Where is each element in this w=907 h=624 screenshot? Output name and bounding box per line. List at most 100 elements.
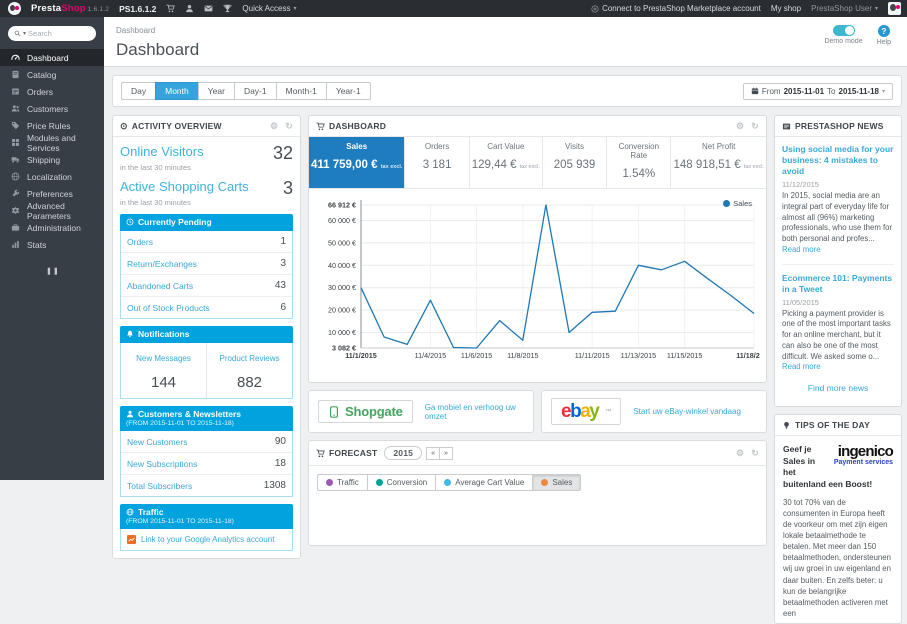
trophy-icon[interactable] [223, 4, 232, 13]
sidebar-item-customers[interactable]: Customers [0, 100, 104, 117]
wrench-icon [11, 189, 20, 198]
activity-target-icon: ⊙ [120, 122, 128, 131]
kpi-sales[interactable]: Sales411 759,00 € tax excl. [309, 137, 404, 188]
help-button[interactable]: ? Help [877, 25, 891, 46]
pending-orders-link[interactable]: Orders [127, 237, 153, 247]
sidebar-item-advanced-parameters[interactable]: Advanced Parameters [0, 202, 104, 219]
online-visitors-link[interactable]: Online Visitors [120, 144, 204, 159]
sidebar-item-preferences[interactable]: Preferences [0, 185, 104, 202]
question-mark-icon[interactable]: ? [878, 25, 890, 37]
shopgate-ad: Shopgate Ga mobiel en verhoog uw omzet [308, 390, 534, 433]
gear-icon [11, 206, 20, 215]
sidebar-item-shipping[interactable]: Shipping [0, 151, 104, 168]
search-scope-caret-icon[interactable]: ▾ [23, 30, 26, 37]
new-subscriptions-row: New Subscriptions18 [121, 452, 292, 474]
pending-returns-row: Return/Exchanges3 [121, 252, 292, 274]
google-analytics-icon [127, 535, 136, 544]
new-messages-link[interactable]: New Messages [136, 354, 191, 363]
period-day-button[interactable]: Day [121, 82, 156, 100]
sidebar-item-stats[interactable]: Stats [0, 236, 104, 253]
active-carts-link[interactable]: Active Shopping Carts [120, 179, 249, 194]
period-day-1-button[interactable]: Day-1 [234, 82, 277, 100]
svg-text:50 000 €: 50 000 € [328, 238, 356, 247]
sidebar-search[interactable]: ▾ [8, 26, 96, 41]
sidebar-item-price-rules[interactable]: Price Rules [0, 117, 104, 134]
period-year-button[interactable]: Year [198, 82, 235, 100]
new-subscriptions-link[interactable]: New Subscriptions [127, 459, 197, 469]
kpi-visits[interactable]: Visits205 939 [542, 137, 606, 188]
search-input[interactable] [28, 29, 80, 38]
out-of-stock-link[interactable]: Out of Stock Products [127, 303, 210, 313]
period-month-button[interactable]: Month [155, 82, 199, 100]
toggle-switch-icon[interactable] [833, 25, 855, 36]
notifications-section: Notifications New Messages144 Product Re… [120, 326, 293, 399]
kpi-orders[interactable]: Orders3 181 [404, 137, 468, 188]
svg-text:10 000 €: 10 000 € [328, 328, 356, 337]
messages-notifications-icon[interactable] [204, 4, 213, 13]
kpi-net-profit[interactable]: Net Profit148 918,51 € tax excl. [670, 137, 766, 188]
activity-panel-title: ACTIVITY OVERVIEW [132, 121, 222, 131]
user-menu[interactable]: PrestaShop User▾ [811, 4, 878, 13]
read-more-link[interactable]: Read more [782, 362, 821, 371]
total-subscribers-link[interactable]: Total Subscribers [127, 481, 192, 491]
date-range-picker[interactable]: From 2015-11-01 To 2015-11-18 ▾ [743, 83, 893, 100]
panel-settings-icon[interactable]: ⚙ [736, 449, 744, 458]
breadcrumb[interactable]: Dashboard [116, 26, 155, 35]
sidebar-item-administration[interactable]: Administration [0, 219, 104, 236]
svg-text:20 000 €: 20 000 € [328, 306, 356, 315]
orders-notifications-cart-icon[interactable] [166, 4, 175, 13]
find-more-news-link[interactable]: Find more news [782, 373, 894, 402]
forecast-conversion-button[interactable]: Conversion [367, 474, 436, 491]
sidebar-item-catalog[interactable]: Catalog [0, 66, 104, 83]
kpi-cart-value[interactable]: Cart Value129,44 € tax excl. [469, 137, 542, 188]
ebay-link[interactable]: Start uw eBay-winkel vandaag [633, 407, 741, 416]
tips-of-the-day-panel: TIPS OF THE DAY ingenico Payment service… [774, 414, 902, 624]
kpi-conversion-rate[interactable]: Conversion Rate1.54% [606, 137, 670, 188]
forecast-panel-title: FORECAST [329, 448, 377, 458]
customers-notifications-icon[interactable] [185, 4, 194, 13]
forecast-traffic-button[interactable]: Traffic [317, 474, 368, 491]
panel-refresh-icon[interactable]: ↻ [751, 122, 759, 131]
read-more-link[interactable]: Read more [782, 245, 821, 254]
user-avatar[interactable] [888, 2, 901, 15]
prestashop-news-panel: PRESTASHOP NEWS Using social media for y… [774, 115, 902, 407]
panel-refresh-icon[interactable]: ↻ [285, 122, 293, 131]
news-article-title-link[interactable]: Using social media for your business: 4 … [782, 144, 894, 177]
product-reviews-link[interactable]: Product Reviews [219, 354, 279, 363]
new-customers-row: New Customers90 [121, 431, 292, 452]
ebay-logo: ebay ™ [551, 398, 621, 425]
quick-access-menu[interactable]: Quick Access▾ [242, 4, 296, 13]
forecast-prev-button[interactable]: « [426, 447, 440, 460]
demo-mode-toggle[interactable]: Demo mode [824, 25, 862, 45]
panel-refresh-icon[interactable]: ↻ [751, 449, 759, 458]
period-month-1-button[interactable]: Month-1 [276, 82, 327, 100]
shopgate-logo: Shopgate [318, 400, 413, 423]
svg-text:66 912 €: 66 912 € [328, 201, 356, 210]
sidebar-item-localization[interactable]: Localization [0, 168, 104, 185]
news-article-title-link[interactable]: Ecommerce 101: Payments in a Tweet [782, 273, 894, 295]
forecast-next-button[interactable]: » [439, 447, 453, 460]
period-year-1-button[interactable]: Year-1 [326, 82, 371, 100]
marketplace-connect-link[interactable]: Connect to PrestaShop Marketplace accoun… [591, 4, 761, 13]
panel-settings-icon[interactable]: ⚙ [270, 122, 278, 131]
my-shop-link[interactable]: My shop [771, 4, 801, 13]
forecast-sales-button[interactable]: Sales [532, 474, 581, 491]
sidebar-collapse-button[interactable]: ❚❚ [46, 267, 58, 275]
google-analytics-link[interactable]: Link to your Google Analytics account [141, 535, 274, 544]
sidebar-item-modules-and-services[interactable]: Modules and Services [0, 134, 104, 151]
panel-settings-icon[interactable]: ⚙ [736, 122, 744, 131]
online-visitors-value: 32 [273, 144, 293, 162]
forecast-avg-cart-value-button[interactable]: Average Cart Value [435, 474, 533, 491]
active-carts-value: 3 [283, 179, 293, 197]
news-article: Using social media for your business: 4 … [782, 144, 894, 256]
svg-text:30 000 €: 30 000 € [328, 283, 356, 292]
calendar-icon [751, 87, 759, 95]
new-customers-link[interactable]: New Customers [127, 437, 187, 447]
chart-legend[interactable]: Sales [723, 199, 752, 208]
abandoned-carts-link[interactable]: Abandoned Carts [127, 281, 193, 291]
sidebar-item-dashboard[interactable]: Dashboard [0, 49, 104, 66]
sidebar-item-orders[interactable]: Orders [0, 83, 104, 100]
shopgate-link[interactable]: Ga mobiel en verhoog uw omzet [425, 403, 524, 421]
tag-icon [11, 121, 20, 130]
pending-returns-link[interactable]: Return/Exchanges [127, 259, 197, 269]
